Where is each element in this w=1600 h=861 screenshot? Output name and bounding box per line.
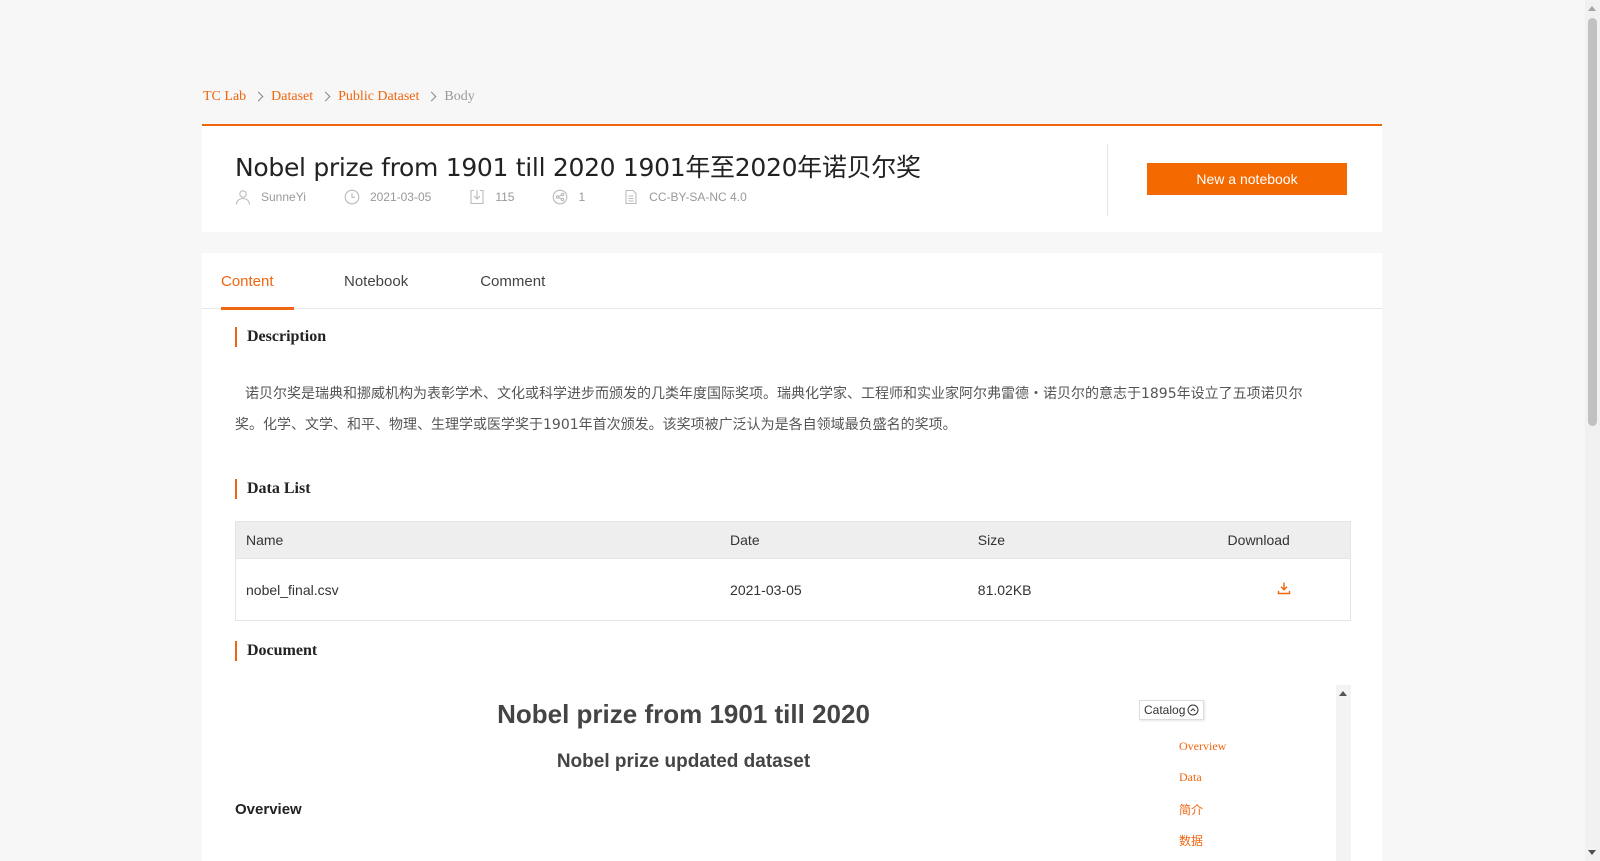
meta-downloads: 115 <box>469 189 514 205</box>
document-h3: Overview <box>235 801 302 818</box>
catalog-item-shuju[interactable]: 数据 <box>1179 832 1226 861</box>
scroll-down-arrow-icon[interactable] <box>1588 850 1596 855</box>
share-icon <box>553 189 568 205</box>
catalog-item-intro[interactable]: 简介 <box>1179 801 1226 832</box>
chevron-right-icon <box>320 91 331 101</box>
catalog-label: Catalog <box>1144 703 1186 717</box>
page-scrollbar[interactable] <box>1585 0 1600 861</box>
publish-date: 2021-03-05 <box>369 190 432 204</box>
document-icon <box>625 189 637 205</box>
chevron-up-circle-icon <box>1187 704 1199 716</box>
dataset-meta: SunneYi 2021-03-05 115 1 CC-BY-SA-NC 4.0 <box>235 189 785 205</box>
tab-bar: Content Notebook Comment <box>202 253 1382 310</box>
meta-license: CC-BY-SA-NC 4.0 <box>623 189 747 205</box>
clock-icon <box>344 189 360 205</box>
tab-notebook[interactable]: Notebook <box>344 253 408 309</box>
column-header-date: Date <box>720 521 968 559</box>
document-h2: Nobel prize updated dataset <box>556 751 811 772</box>
meta-forks: 1 <box>552 189 585 205</box>
chevron-right-icon <box>253 91 264 101</box>
scroll-up-arrow-icon[interactable] <box>1339 691 1347 696</box>
table-header-row: Name Date Size Download <box>235 521 1351 559</box>
divider <box>1107 144 1108 216</box>
tab-comment[interactable]: Comment <box>480 253 545 309</box>
catalog-item-data[interactable]: Data <box>1179 770 1226 801</box>
download-count: 115 <box>495 190 515 204</box>
new-notebook-button[interactable]: New a notebook <box>1147 163 1347 195</box>
meta-date: 2021-03-05 <box>344 189 431 205</box>
file-name: nobel_final.csv <box>235 558 721 621</box>
author-name: SunneYi <box>261 190 306 204</box>
file-date: 2021-03-05 <box>720 558 968 621</box>
page: TC Lab Dataset Public Dataset Body Nobel… <box>0 0 1585 861</box>
catalog-toggle-button[interactable]: Catalog <box>1139 700 1205 720</box>
download-icon[interactable] <box>1277 581 1291 595</box>
catalog-panel: Catalog Overview Data 简介 数据 <box>1136 685 1351 861</box>
column-header-name: Name <box>235 521 721 559</box>
table-row: nobel_final.csv 2021-03-05 81.02KB <box>235 558 1351 621</box>
data-list-heading: Data List <box>235 479 311 499</box>
column-header-size: Size <box>967 521 1218 559</box>
download-icon <box>470 189 484 205</box>
description-text: 诺贝尔奖是瑞典和挪威机构为表彰学术、文化或科学进步而颁发的几类年度国际奖项。瑞典… <box>235 386 1303 433</box>
fork-count: 1 <box>578 190 586 204</box>
catalog-scrollbar[interactable] <box>1336 685 1351 861</box>
breadcrumb-public-dataset[interactable]: Public Dataset <box>338 89 419 105</box>
user-icon <box>235 190 251 205</box>
column-header-download: Download <box>1217 521 1351 559</box>
file-download-cell <box>1217 558 1351 621</box>
description-heading: Description <box>235 327 326 347</box>
file-size: 81.02KB <box>967 558 1218 621</box>
meta-author: SunneYi <box>235 189 306 205</box>
data-list-table: Name Date Size Download nobel_final.csv … <box>235 521 1351 621</box>
breadcrumb-dataset[interactable]: Dataset <box>271 89 313 105</box>
catalog-list: Overview Data 简介 数据 <box>1179 739 1226 861</box>
breadcrumb-current: Body <box>444 89 475 104</box>
document-viewer: Nobel prize from 1901 till 2020 Nobel pr… <box>235 685 1351 861</box>
content-card: Content Notebook Comment Description 诺贝尔… <box>202 253 1382 861</box>
license-text: CC-BY-SA-NC 4.0 <box>649 190 747 204</box>
breadcrumb-tc-lab[interactable]: TC Lab <box>203 89 246 105</box>
page-title: Nobel prize from 1901 till 2020 1901年至20… <box>235 153 921 182</box>
dataset-header: Nobel prize from 1901 till 2020 1901年至20… <box>202 124 1382 232</box>
catalog-item-overview[interactable]: Overview <box>1179 739 1226 770</box>
scroll-up-arrow-icon[interactable] <box>1588 6 1596 11</box>
scrollbar-thumb[interactable] <box>1588 18 1597 426</box>
chevron-right-icon <box>426 91 437 101</box>
breadcrumb: TC Lab Dataset Public Dataset Body <box>203 89 475 105</box>
tab-content[interactable]: Content <box>221 253 294 310</box>
document-h1: Nobel prize from 1901 till 2020 <box>497 699 870 729</box>
document-heading: Document <box>235 641 317 661</box>
